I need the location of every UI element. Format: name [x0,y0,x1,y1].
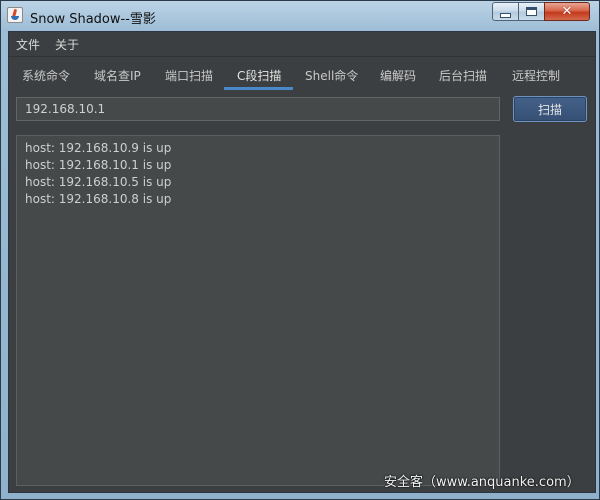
minimize-icon [500,12,511,18]
app-window: Snow Shadow--雪影 ✕ 文件 关于 系统命令 域名查IP 端口扫描 … [0,0,600,500]
tab-domain-to-ip[interactable]: 域名查IP [94,67,141,84]
minimize-button[interactable] [492,2,519,21]
maximize-icon [526,7,537,16]
tab-remote-control[interactable]: 远程控制 [512,67,560,84]
watermark-text: 安全客（www.anquanke.com） [384,475,580,490]
ip-address-input[interactable] [16,97,500,121]
title-bar[interactable]: Snow Shadow--雪影 ✕ [1,1,599,31]
window-title: Snow Shadow--雪影 [30,12,156,27]
scan-button[interactable]: 扫描 [513,96,587,122]
menu-file[interactable]: 文件 [16,36,40,53]
output-line: host: 192.168.10.5 is up [25,175,172,189]
scan-output-area[interactable]: host: 192.168.10.9 is up host: 192.168.1… [16,135,500,486]
menu-about[interactable]: 关于 [55,36,79,53]
tab-shell-command[interactable]: Shell命令 [305,67,358,84]
tab-admin-scan[interactable]: 后台扫描 [439,67,487,84]
app-icon[interactable] [7,7,23,23]
tab-encode-decode[interactable]: 编解码 [380,67,416,84]
output-line: host: 192.168.10.9 is up [25,141,172,155]
close-icon: ✕ [561,4,573,19]
output-line: host: 192.168.10.8 is up [25,192,172,206]
tab-bar: 系统命令 域名查IP 端口扫描 C段扫描 Shell命令 编解码 后台扫描 远程… [9,57,595,91]
tab-system-command[interactable]: 系统命令 [22,67,70,84]
client-area: 文件 关于 系统命令 域名查IP 端口扫描 C段扫描 Shell命令 编解码 后… [8,31,596,493]
tab-port-scan[interactable]: 端口扫描 [165,67,213,84]
output-line: host: 192.168.10.1 is up [25,158,172,172]
close-button[interactable]: ✕ [544,2,590,21]
active-tab-indicator [224,87,293,90]
maximize-button[interactable] [518,2,545,21]
menu-bar: 文件 关于 [9,32,595,57]
tab-c-segment-scan[interactable]: C段扫描 [237,67,281,84]
